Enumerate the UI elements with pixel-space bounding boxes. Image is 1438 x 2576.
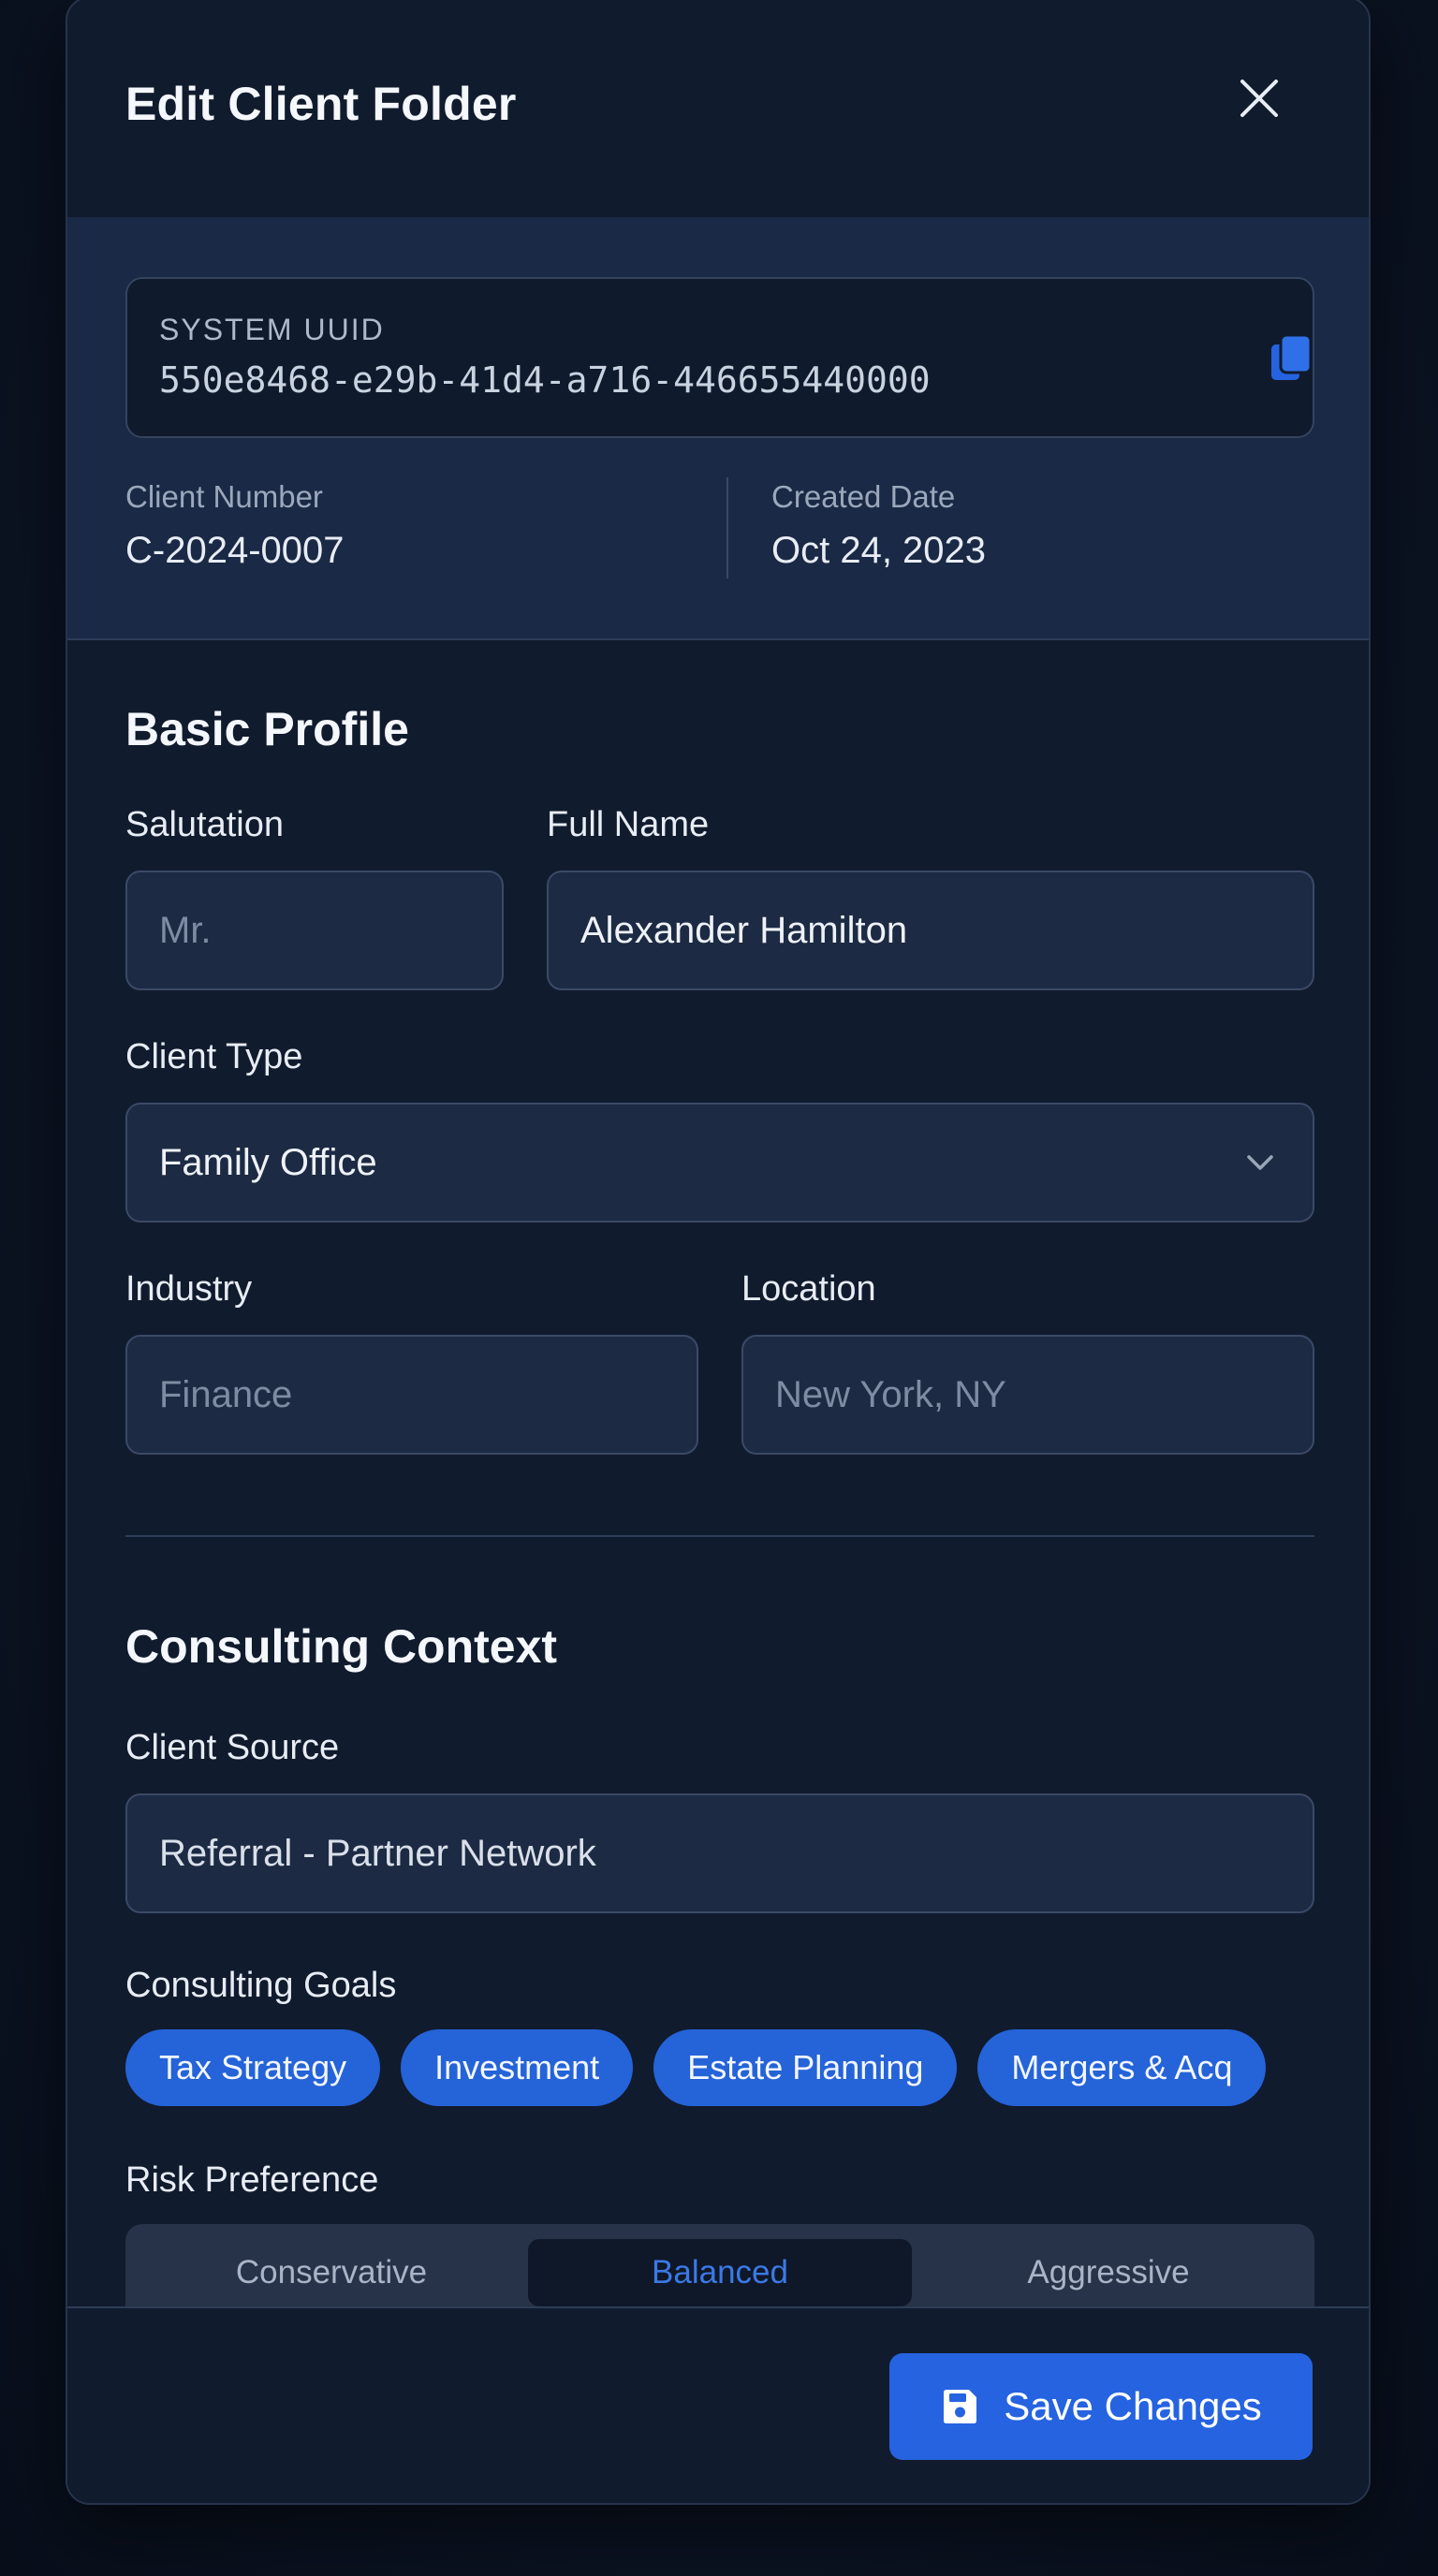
risk-option-aggressive[interactable]: Aggressive xyxy=(925,2239,1292,2306)
uuid-card: SYSTEM UUID 550e8468-e29b-41d4-a716-4466… xyxy=(125,277,1314,438)
edit-client-modal: Edit Client Folder SYSTEM UUID 550e8468-… xyxy=(66,0,1371,2505)
close-icon xyxy=(1240,80,1278,117)
full-name-label: Full Name xyxy=(547,805,710,844)
copy-uuid-button[interactable] xyxy=(1268,331,1318,388)
industry-label: Industry xyxy=(125,1269,253,1309)
modal-header: Edit Client Folder xyxy=(67,0,1369,219)
full-name-input[interactable]: Alexander Hamilton xyxy=(547,871,1314,990)
created-date-value: Oct 24, 2023 xyxy=(771,530,987,571)
client-source-input[interactable]: Referral - Partner Network xyxy=(125,1793,1314,1913)
client-type-select[interactable]: Family Office xyxy=(125,1103,1314,1222)
client-number-label: Client Number xyxy=(125,479,323,514)
industry-input[interactable]: Finance xyxy=(125,1335,698,1455)
basic-profile-title: Basic Profile xyxy=(125,703,409,755)
section-divider xyxy=(125,1535,1314,1537)
client-source-label: Client Source xyxy=(125,1728,340,1767)
salutation-label: Salutation xyxy=(125,805,285,844)
client-type-value: Family Office xyxy=(159,1141,377,1183)
system-meta-panel: SYSTEM UUID 550e8468-e29b-41d4-a716-4466… xyxy=(67,217,1369,640)
copy-icon xyxy=(1271,333,1313,380)
uuid-value: 550e8468-e29b-41d4-a716-446655440000 xyxy=(159,359,931,401)
risk-preference-label: Risk Preference xyxy=(125,2160,379,2200)
client-number-value: C-2024-0007 xyxy=(125,530,345,571)
save-changes-label: Save Changes xyxy=(1004,2384,1262,2428)
risk-option-balanced[interactable]: Balanced xyxy=(528,2239,912,2306)
goal-chip-estate-planning[interactable]: Estate Planning xyxy=(653,2029,958,2106)
floppy-disk-icon xyxy=(944,2390,977,2423)
consulting-goals-chips: Tax Strategy Investment Estate Planning … xyxy=(125,2029,1267,2106)
location-label: Location xyxy=(741,1269,876,1309)
chevron-down-icon xyxy=(1247,1155,1273,1170)
consulting-goals-label: Consulting Goals xyxy=(125,1966,397,2005)
goal-chip-mergers-acq[interactable]: Mergers & Acq xyxy=(977,2029,1267,2106)
save-changes-button[interactable]: Save Changes xyxy=(889,2353,1313,2460)
location-input[interactable]: New York, NY xyxy=(741,1335,1314,1455)
risk-option-conservative[interactable]: Conservative xyxy=(148,2239,515,2306)
consulting-context-title: Consulting Context xyxy=(125,1620,558,1673)
meta-divider xyxy=(726,477,728,578)
salutation-input[interactable]: Mr. xyxy=(125,871,504,990)
modal-title: Edit Client Folder xyxy=(125,78,517,130)
modal-footer: Save Changes xyxy=(67,2306,1369,2503)
client-type-label: Client Type xyxy=(125,1037,303,1076)
close-button[interactable] xyxy=(1228,67,1290,129)
created-date-label: Created Date xyxy=(771,479,956,514)
uuid-label: SYSTEM UUID xyxy=(159,313,385,346)
goal-chip-investment[interactable]: Investment xyxy=(401,2029,634,2106)
goal-chip-tax-strategy[interactable]: Tax Strategy xyxy=(125,2029,381,2106)
